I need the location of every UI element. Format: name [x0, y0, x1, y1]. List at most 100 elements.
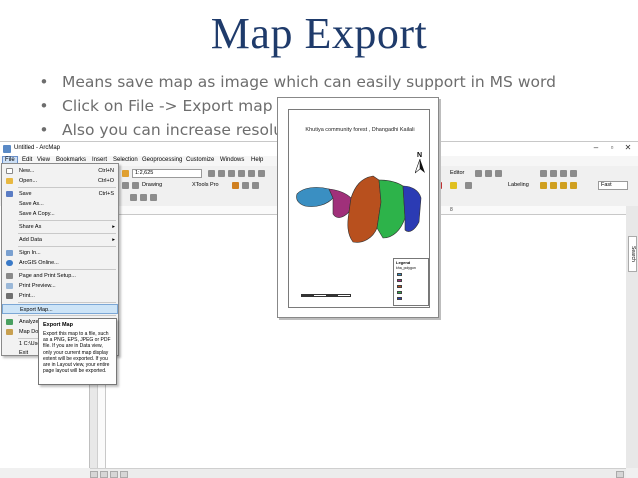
menu-separator — [18, 269, 116, 270]
view-toggle-button[interactable] — [90, 471, 98, 478]
file-arcgis-online-item[interactable]: ArcGIS Online... — [2, 258, 118, 268]
menu-windows[interactable]: Windows — [220, 157, 244, 163]
view-toggle-button[interactable] — [100, 471, 108, 478]
toggle-draft-icon[interactable] — [150, 194, 157, 201]
submenu-arrow-icon: ▸ — [112, 224, 115, 230]
fast-box[interactable]: Fast — [598, 181, 628, 190]
editor-toolbar-icon[interactable] — [208, 170, 215, 177]
bullet-dot: • — [39, 73, 49, 91]
legend-swatch — [397, 279, 402, 282]
menu-separator — [18, 220, 116, 221]
edit-tool-icon[interactable] — [475, 170, 482, 177]
file-add-data-item[interactable]: Add Data ▸ — [2, 235, 118, 245]
search-icon[interactable] — [238, 170, 245, 177]
add-data-icon[interactable] — [122, 170, 129, 177]
map-compartment — [402, 185, 422, 232]
maximize-icon[interactable]: ▫ — [604, 143, 620, 152]
file-share-as-item[interactable]: Share As ▸ — [2, 222, 118, 232]
menu-help[interactable]: Help — [251, 157, 263, 163]
draw-text-icon[interactable] — [252, 182, 259, 189]
bullet-dot: • — [39, 121, 49, 139]
export-map-tooltip: Export Map Export this map to a file, su… — [38, 318, 117, 385]
file-save-copy-item[interactable]: Save A Copy... — [2, 209, 118, 219]
map-compartment — [328, 188, 352, 218]
layout-tool-icon[interactable] — [560, 170, 567, 177]
lock-labels-icon[interactable] — [570, 182, 577, 189]
line-color-icon[interactable] — [465, 182, 472, 189]
arcmap-icon — [3, 145, 11, 153]
menu-separator — [18, 302, 116, 303]
label-priority-icon[interactable] — [550, 182, 557, 189]
view-toggle-button[interactable] — [110, 471, 118, 478]
map-legend: Legend kha_polygon — [393, 258, 429, 306]
slide-title: Map Export — [210, 9, 428, 58]
bullet-item: • Means save map as image which can easil… — [38, 70, 628, 94]
scroll-right-arrow[interactable] — [616, 471, 624, 478]
bullet-text: Means save map as image which can easily… — [62, 73, 556, 91]
legend-swatch — [397, 297, 402, 300]
layout-tool-icon[interactable] — [570, 170, 577, 177]
menu-geoprocessing[interactable]: Geoprocessing — [142, 157, 182, 163]
map-frame[interactable]: Khutiya community forest , Dhangadhi Kai… — [288, 109, 430, 308]
fill-color-icon[interactable] — [450, 182, 457, 189]
editor-menu[interactable]: Editor — [450, 170, 464, 176]
tooltip-title: Export Map — [43, 322, 73, 328]
search-tab[interactable]: Search — [628, 236, 637, 272]
file-new-item[interactable]: New... Ctrl+N — [2, 166, 118, 176]
globe-icon[interactable] — [122, 182, 129, 189]
ruler-tick: 8 — [450, 207, 453, 213]
layout-tool-icon[interactable] — [550, 170, 557, 177]
page-setup-icon — [6, 273, 13, 279]
file-print-item[interactable]: Print... — [2, 291, 118, 301]
arctoolbox-icon[interactable] — [248, 170, 255, 177]
right-dock-panel: Search — [626, 206, 638, 468]
horizontal-scrollbar[interactable] — [90, 468, 626, 478]
label-manager-icon[interactable] — [540, 182, 547, 189]
file-save-item[interactable]: Save Ctrl+S — [2, 189, 118, 199]
catalog-icon[interactable] — [228, 170, 235, 177]
layout-tool-icon[interactable] — [540, 170, 547, 177]
file-page-setup-item[interactable]: Page and Print Setup... — [2, 271, 118, 281]
zoom-100-icon[interactable] — [140, 194, 147, 201]
xtools-menu[interactable]: XTools Pro — [192, 182, 219, 188]
xtools-icon[interactable] — [232, 182, 239, 189]
minimize-icon[interactable]: – — [588, 143, 604, 152]
file-open-item[interactable]: Open... Ctrl+O — [2, 176, 118, 186]
labeling-menu[interactable]: Labeling — [508, 182, 529, 188]
file-print-preview-item[interactable]: Print Preview... — [2, 281, 118, 291]
menu-separator — [18, 246, 116, 247]
draw-rect-icon[interactable] — [242, 182, 249, 189]
zoom-whole-page-icon[interactable] — [130, 194, 137, 201]
menu-customize[interactable]: Customize — [186, 157, 214, 163]
menu-separator — [18, 315, 116, 316]
analyze-icon — [6, 319, 13, 325]
scale-box[interactable]: 1:2,625 — [132, 169, 202, 178]
legend-swatch — [397, 291, 402, 294]
vertex-icon[interactable] — [495, 170, 502, 177]
layout-page[interactable]: Khutiya community forest , Dhangadhi Kai… — [277, 97, 439, 318]
close-icon[interactable]: ✕ — [620, 143, 636, 152]
map-compartment — [376, 179, 406, 239]
map-title: Khutiya community forest , Dhangadhi Kai… — [305, 127, 415, 133]
print-preview-icon — [6, 283, 13, 289]
map-compartment — [296, 187, 334, 207]
tooltip-body: Export this map to a file, such as a PNG… — [43, 331, 111, 375]
info-icon[interactable] — [132, 182, 139, 189]
file-save-as-item[interactable]: Save As... — [2, 199, 118, 209]
file-sign-in-item[interactable]: Sign In... — [2, 248, 118, 258]
label-weight-icon[interactable] — [560, 182, 567, 189]
scale-bar — [301, 294, 351, 297]
menu-separator — [18, 187, 116, 188]
bullet-text: Also you can increase resolution — [62, 121, 313, 139]
north-label: N — [417, 152, 423, 159]
sign-in-icon — [6, 250, 13, 256]
view-toggle-button[interactable] — [120, 471, 128, 478]
file-export-map-item[interactable]: Export Map... — [2, 304, 118, 314]
north-arrow: N — [415, 152, 429, 174]
drawing-menu[interactable]: Drawing — [142, 182, 162, 188]
toc-icon[interactable] — [218, 170, 225, 177]
forest-map — [296, 175, 422, 243]
python-icon[interactable] — [258, 170, 265, 177]
new-document-icon — [6, 168, 13, 174]
sketch-tool-icon[interactable] — [485, 170, 492, 177]
